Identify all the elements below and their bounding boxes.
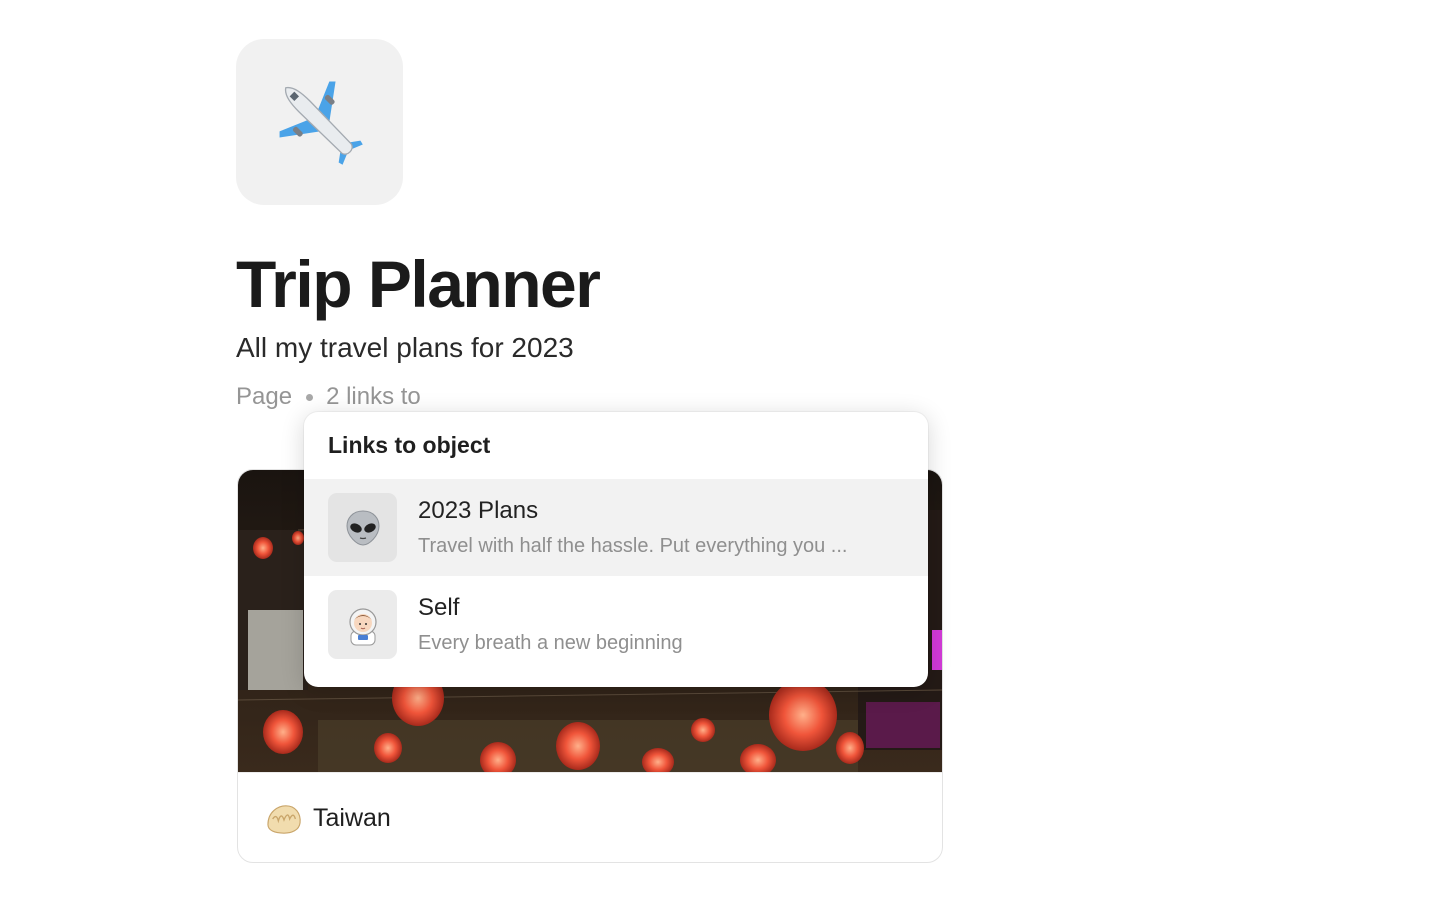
links-to-button[interactable]: 2 links to: [326, 383, 421, 411]
page-type-label: Page: [236, 383, 293, 410]
link-icon-box: [328, 493, 397, 562]
link-description: Travel with half the hassle. Put everyth…: [418, 535, 848, 557]
link-text: 2023 Plans Travel with half the hassle. …: [418, 497, 898, 558]
card-footer: Taiwan: [238, 772, 942, 862]
astronaut-icon: [348, 607, 377, 645]
link-title: 2023 Plans: [418, 497, 539, 524]
link-description: Every breath a new beginning: [418, 632, 683, 654]
airplane-icon: [279, 81, 363, 165]
link-icon-box: [328, 590, 397, 659]
popover-title: Links to object: [328, 432, 491, 458]
page-subtitle[interactable]: All my travel plans for 2023: [236, 332, 574, 364]
page: Trip Planner All my travel plans for 202…: [0, 0, 1440, 900]
link-title: Self: [418, 594, 460, 621]
page-icon[interactable]: [236, 39, 403, 205]
link-item-2023-plans[interactable]: 2023 Plans Travel with half the hassle. …: [304, 479, 928, 576]
link-item-self[interactable]: Self Every breath a new beginning: [304, 576, 928, 673]
card-title: Taiwan: [313, 804, 391, 832]
page-title[interactable]: Trip Planner: [236, 246, 601, 322]
link-text: Self Every breath a new beginning: [418, 594, 898, 655]
links-popover: Links to object 2023 Plans Travel with h…: [304, 412, 928, 687]
alien-icon: [345, 509, 380, 546]
separator-dot: [306, 393, 314, 401]
dumpling-icon: [267, 804, 301, 834]
page-meta: Page 2 links to: [236, 383, 421, 411]
